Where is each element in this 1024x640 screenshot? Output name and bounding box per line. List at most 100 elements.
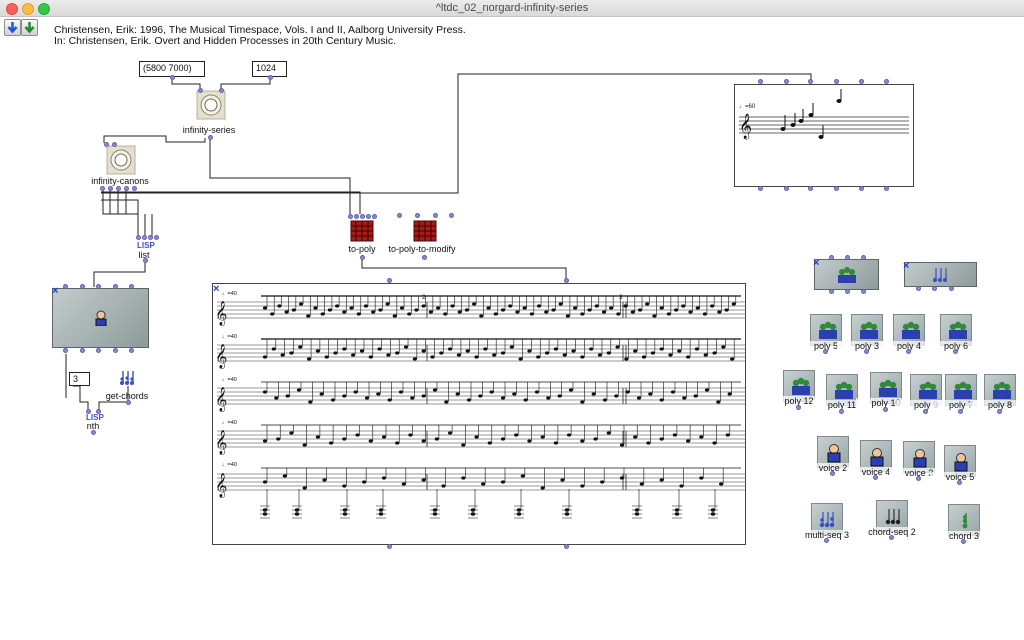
close-x-icon[interactable]: × — [813, 258, 819, 269]
inlet-dot[interactable] — [834, 79, 839, 84]
outlet-dot[interactable] — [845, 289, 850, 294]
to-poly-box[interactable] — [350, 220, 374, 247]
outlet-dot[interactable] — [126, 400, 131, 405]
outlet-dot[interactable] — [124, 186, 129, 191]
outlet-dot[interactable] — [784, 186, 789, 191]
inlet-dot[interactable] — [433, 213, 438, 218]
outlet-dot[interactable] — [997, 409, 1002, 414]
voice-patch-box[interactable] — [52, 288, 149, 348]
outlet-dot[interactable] — [132, 186, 137, 191]
inlet-dot[interactable] — [366, 214, 371, 219]
outlet-dot[interactable] — [884, 186, 889, 191]
inlet-dot[interactable] — [136, 235, 141, 240]
outlet-dot[interactable] — [796, 405, 801, 410]
inlet-dot[interactable] — [372, 214, 377, 219]
inlet-dot[interactable] — [112, 142, 117, 147]
inlet-dot[interactable] — [397, 213, 402, 218]
inlet-dot[interactable] — [348, 214, 353, 219]
outlet-dot[interactable] — [80, 348, 85, 353]
infinity-series-box[interactable] — [196, 90, 226, 125]
outlet-dot[interactable] — [564, 544, 569, 549]
outlet-dot[interactable] — [113, 348, 118, 353]
outlet-dot[interactable] — [758, 186, 763, 191]
outlet-dot[interactable] — [830, 471, 835, 476]
outlet-dot[interactable] — [873, 475, 878, 480]
inlet-dot[interactable] — [63, 284, 68, 289]
outlet-dot[interactable] — [808, 186, 813, 191]
poly-score-editor[interactable]: × ♩=40 ♩=40 ♩=40 ♩=40 ♩=40 2 3 𝄞 𝄞 𝄞 𝄞 𝄞 — [212, 283, 746, 545]
inlet-dot[interactable] — [784, 79, 789, 84]
inlet-dot[interactable] — [104, 142, 109, 147]
inlet-dot[interactable] — [884, 79, 889, 84]
outlet-dot[interactable] — [360, 255, 365, 260]
svg-text:𝄞: 𝄞 — [215, 387, 227, 412]
get-chords-box[interactable] — [120, 369, 136, 392]
to-poly-to-modify-box[interactable] — [413, 220, 437, 247]
outlet-dot[interactable] — [889, 535, 894, 540]
inlet-dot[interactable] — [387, 278, 392, 283]
outlet-dot[interactable] — [108, 186, 113, 191]
outlet-dot[interactable] — [116, 186, 121, 191]
outlet-dot[interactable] — [906, 349, 911, 354]
inlet-dot[interactable] — [219, 88, 224, 93]
close-x-icon[interactable]: × — [903, 261, 909, 272]
chords-mini-box[interactable] — [904, 262, 977, 287]
outlet-dot[interactable] — [834, 186, 839, 191]
outlet-dot[interactable] — [823, 349, 828, 354]
inlet-dot[interactable] — [113, 284, 118, 289]
inlet-dot[interactable] — [360, 214, 365, 219]
outlet-dot[interactable] — [268, 75, 273, 80]
outlet-dot[interactable] — [129, 348, 134, 353]
outlet-dot[interactable] — [961, 539, 966, 544]
outlet-dot[interactable] — [916, 286, 921, 291]
outlet-dot[interactable] — [923, 409, 928, 414]
outlet-dot[interactable] — [916, 476, 921, 481]
outlet-dot[interactable] — [63, 348, 68, 353]
outlet-dot[interactable] — [953, 349, 958, 354]
inlet-dot[interactable] — [861, 255, 866, 260]
inlet-dot[interactable] — [758, 79, 763, 84]
outlet-dot[interactable] — [91, 430, 96, 435]
outlet-dot[interactable] — [864, 349, 869, 354]
inlet-dot[interactable] — [859, 79, 864, 84]
outlet-dot[interactable] — [861, 289, 866, 294]
poly-mini-box[interactable] — [814, 259, 879, 290]
outlet-dot[interactable] — [387, 544, 392, 549]
inlet-dot[interactable] — [154, 235, 159, 240]
inlet-dot[interactable] — [564, 278, 569, 283]
outlet-dot[interactable] — [949, 286, 954, 291]
outlet-dot[interactable] — [859, 186, 864, 191]
outlet-dot[interactable] — [208, 135, 213, 140]
inlet-dot[interactable] — [96, 284, 101, 289]
outlet-dot[interactable] — [839, 409, 844, 414]
outlet-dot[interactable] — [932, 286, 937, 291]
outlet-dot[interactable] — [100, 186, 105, 191]
outlet-dot[interactable] — [883, 407, 888, 412]
inlet-dot[interactable] — [142, 235, 147, 240]
outlet-dot[interactable] — [824, 538, 829, 543]
inlet-dot[interactable] — [415, 213, 420, 218]
close-x-icon[interactable]: × — [213, 284, 219, 295]
preview-score-box[interactable]: ♩=60 𝄞 — [734, 84, 914, 187]
outlet-dot[interactable] — [422, 255, 427, 260]
inlet-dot[interactable] — [80, 284, 85, 289]
infinity-canons-box[interactable] — [106, 145, 136, 180]
inlet-dot[interactable] — [845, 255, 850, 260]
inlet-dot[interactable] — [148, 235, 153, 240]
nth-index-input[interactable]: 3 — [69, 372, 90, 386]
outlet-dot[interactable] — [829, 289, 834, 294]
inlet-dot[interactable] — [198, 88, 203, 93]
svg-text:𝄞: 𝄞 — [739, 113, 752, 139]
inlet-dot[interactable] — [354, 214, 359, 219]
outlet-dot[interactable] — [958, 409, 963, 414]
inlet-dot[interactable] — [829, 255, 834, 260]
outlet-dot[interactable] — [170, 75, 175, 80]
inlet-dot[interactable] — [449, 213, 454, 218]
inlet-dot[interactable] — [808, 79, 813, 84]
list-lisp-tag[interactable]: LISP — [137, 241, 155, 250]
outlet-dot[interactable] — [957, 480, 962, 485]
outlet-dot[interactable] — [143, 258, 148, 263]
outlet-dot[interactable] — [96, 348, 101, 353]
close-x-icon[interactable]: × — [52, 286, 58, 297]
inlet-dot[interactable] — [129, 284, 134, 289]
